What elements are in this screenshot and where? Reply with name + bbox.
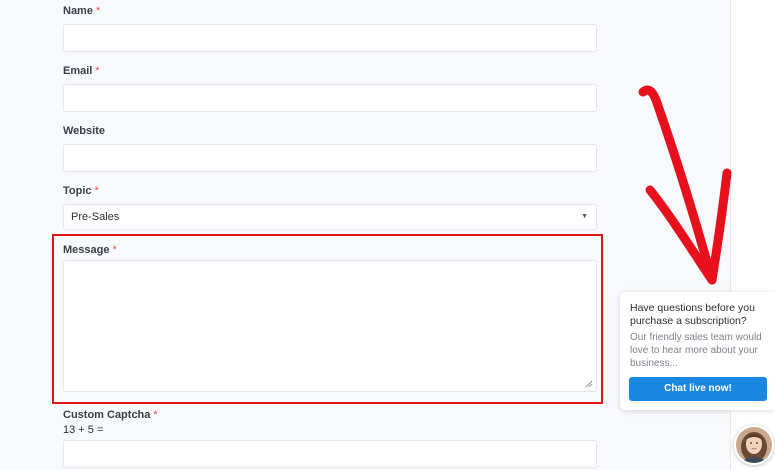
required-marker: *: [95, 5, 101, 17]
email-field-group: Email *: [63, 64, 597, 112]
website-label: Website: [63, 125, 105, 137]
topic-label: Topic *: [63, 185, 99, 197]
chat-live-button[interactable]: Chat live now!: [629, 377, 767, 401]
name-label: Name *: [63, 5, 101, 17]
support-avatar[interactable]: [734, 425, 774, 465]
topic-selected-value: Pre-Sales: [71, 211, 120, 223]
required-marker: *: [153, 409, 158, 421]
name-input[interactable]: [63, 24, 597, 52]
chat-popup-card: Have questions before you purchase a sub…: [620, 292, 775, 410]
captcha-question: 13 + 5 =: [63, 424, 104, 436]
message-highlight-box: [52, 234, 603, 404]
name-field-group: Name *: [63, 4, 597, 52]
avatar-portrait-icon: [736, 427, 772, 463]
captcha-input[interactable]: [63, 440, 597, 468]
required-marker: *: [95, 65, 100, 77]
website-field-group: Website: [63, 124, 597, 172]
topic-select[interactable]: Pre-Sales ▼: [63, 204, 597, 230]
website-input[interactable]: [63, 144, 597, 172]
chat-body-text: Our friendly sales team would love to he…: [630, 332, 762, 369]
topic-field-group: Topic * Pre-Sales ▼: [63, 184, 597, 230]
email-label: Email *: [63, 65, 100, 77]
required-marker: *: [94, 185, 99, 197]
captcha-field-group: Custom Captcha * 13 + 5 =: [63, 408, 597, 468]
chat-headline: Have questions before you purchase a sub…: [630, 302, 755, 327]
chevron-down-icon: ▼: [581, 213, 588, 220]
captcha-label: Custom Captcha *: [63, 409, 158, 421]
email-input[interactable]: [63, 84, 597, 112]
